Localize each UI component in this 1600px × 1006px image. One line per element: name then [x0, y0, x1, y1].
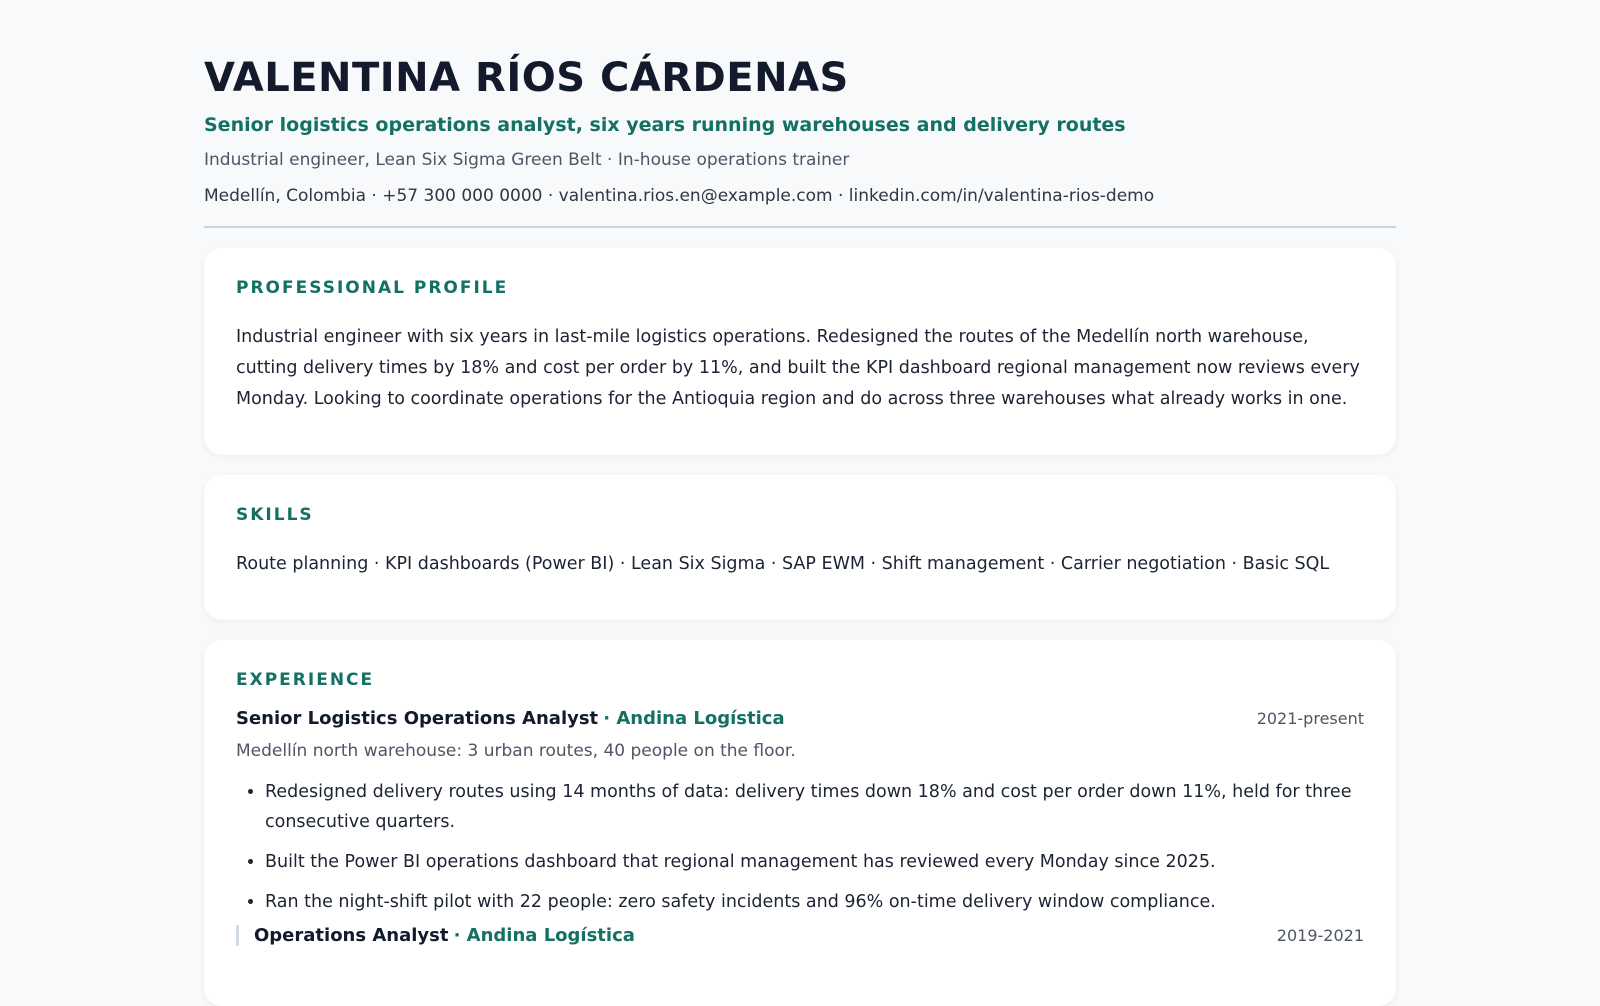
profile-text: Industrial engineer with six years in la… — [236, 327, 1360, 409]
job-achievements: Redesigned delivery routes using 14 mont… — [236, 777, 1364, 917]
job-description: Medellín north warehouse: 3 urban routes… — [236, 741, 796, 761]
achievement-item: Ran the night-shift pilot with 22 people… — [265, 887, 1364, 917]
experience-title: EXPERIENCE — [236, 670, 375, 690]
experience-section: EXPERIENCE Senior Logistics Operations A… — [204, 640, 1396, 1006]
job-title-line: Operations Analyst · Andina Logística — [254, 925, 635, 946]
job-title-line: Senior Logistics Operations Analyst · An… — [236, 708, 785, 729]
profile-section: PROFESSIONAL PROFILE Industrial engineer… — [204, 248, 1396, 455]
job-entry: Senior Logistics Operations Analyst · An… — [236, 708, 1364, 917]
company-name: · Andina Logística — [603, 708, 785, 729]
job-entry: Operations Analyst · Andina Logística 20… — [236, 925, 1364, 946]
job-header: Senior Logistics Operations Analyst · An… — [236, 708, 1364, 729]
resume-page: VALENTINA RÍOS CÁRDENAS Senior logistics… — [204, 0, 1396, 1006]
company-name: · Andina Logística — [453, 925, 635, 946]
header-divider — [204, 226, 1396, 228]
achievement-item: Redesigned delivery routes using 14 mont… — [265, 777, 1364, 837]
credentials: Industrial engineer, Lean Six Sigma Gree… — [204, 150, 850, 170]
job-dates: 2019-2021 — [1276, 926, 1364, 945]
job-title: Senior Logistics Operations Analyst — [236, 708, 599, 729]
job-title: Operations Analyst — [254, 925, 449, 946]
achievement-item: Built the Power BI operations dashboard … — [265, 847, 1364, 877]
skills-title: SKILLS — [236, 505, 314, 525]
contact-info: Medellín, Colombia · +57 300 000 0000 · … — [204, 186, 1155, 206]
candidate-name: VALENTINA RÍOS CÁRDENAS — [204, 55, 849, 101]
skills-text: Route planning · KPI dashboards (Power B… — [236, 554, 1330, 574]
skills-section: SKILLS Route planning · KPI dashboards (… — [204, 475, 1396, 620]
profile-title: PROFESSIONAL PROFILE — [236, 278, 509, 298]
job-dates: 2021-present — [1256, 709, 1364, 728]
resume-header: VALENTINA RÍOS CÁRDENAS Senior logistics… — [204, 52, 1396, 228]
headline: Senior logistics operations analyst, six… — [204, 114, 1126, 136]
